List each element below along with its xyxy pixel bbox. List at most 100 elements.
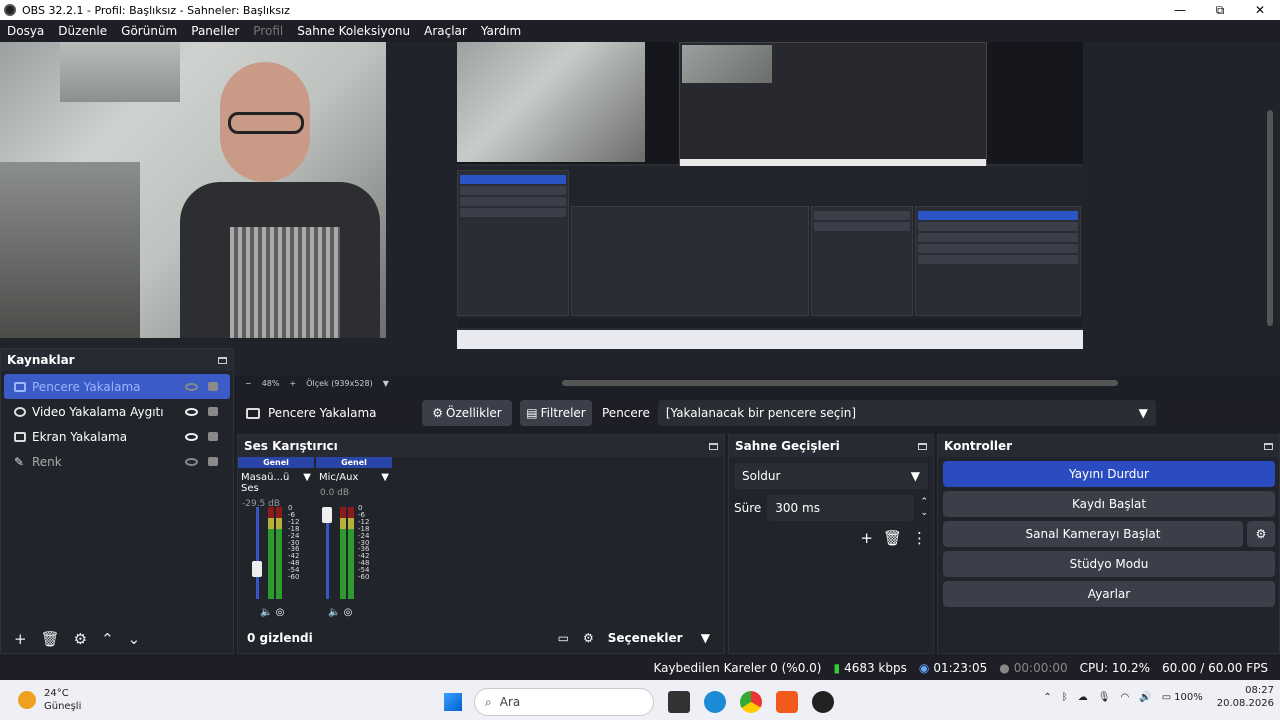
- source-name: Ekran Yakalama: [32, 429, 128, 444]
- add-source-button[interactable]: +: [14, 630, 27, 648]
- source-item-color[interactable]: ✎ Renk: [4, 449, 230, 474]
- dropped-frames: Kaybedilen Kareler 0 (%0.0): [653, 661, 822, 675]
- wifi-icon[interactable]: ◠: [1121, 692, 1130, 703]
- title-bar: OBS 32.2.1 - Profil: Başlıksız - Sahnele…: [0, 0, 1280, 20]
- source-item-window-capture[interactable]: Pencere Yakalama: [4, 374, 230, 399]
- status-bar: Kaybedilen Kareler 0 (%0.0) ▮ 4683 kbps …: [0, 656, 1280, 680]
- speaker-icon[interactable]: 🔈: [328, 607, 340, 618]
- file-explorer-icon[interactable]: [668, 691, 690, 713]
- nested-screen-thumbnail: [679, 42, 987, 168]
- nested-camera-thumbnail: [457, 42, 645, 162]
- studio-mode-button[interactable]: Stüdyo Modu: [943, 551, 1275, 577]
- brave-icon[interactable]: [776, 691, 798, 713]
- window-select[interactable]: [Yakalanacak bir pencere seçin] ▼: [657, 400, 1156, 426]
- source-item-screen-capture[interactable]: Ekran Yakalama: [4, 424, 230, 449]
- microphone-icon[interactable]: 🎙: [1098, 692, 1111, 703]
- move-down-icon[interactable]: ⌄: [128, 630, 141, 648]
- sun-icon: [18, 691, 36, 709]
- menu-help[interactable]: Yardım: [474, 24, 528, 38]
- maximize-button[interactable]: ⧉: [1200, 3, 1240, 18]
- stop-streaming-button[interactable]: Yayını Durdur: [943, 461, 1275, 487]
- lock-icon[interactable]: [208, 432, 218, 441]
- bluetooth-icon[interactable]: ᛒ: [1062, 692, 1068, 703]
- undock-icon[interactable]: [918, 442, 927, 450]
- scale-label: Ölçek (939x528): [306, 378, 373, 388]
- eye-icon[interactable]: [185, 432, 198, 441]
- chrome-icon[interactable]: [740, 691, 762, 713]
- battery-icon[interactable]: ▭: [1162, 692, 1171, 703]
- chevron-up-icon[interactable]: ⌃: [1043, 692, 1051, 703]
- minimize-button[interactable]: —: [1160, 3, 1200, 18]
- menu-scene-collection[interactable]: Sahne Koleksiyonu: [290, 24, 417, 38]
- menu-docks[interactable]: Paneller: [184, 24, 246, 38]
- gear-icon[interactable]: ⚙: [1247, 521, 1275, 547]
- speaker-icon[interactable]: 🔈: [260, 607, 272, 618]
- channel-tag: Genel: [316, 457, 392, 468]
- more-icon[interactable]: ⋮: [912, 529, 927, 547]
- volume-fader-track[interactable]: [256, 507, 259, 599]
- cloud-icon[interactable]: ☁: [1078, 692, 1088, 703]
- weather-widget[interactable]: 24°C Güneşli: [18, 687, 81, 713]
- headphone-icon[interactable]: ◎: [276, 607, 285, 618]
- duration-input[interactable]: 300 ms: [767, 495, 915, 521]
- volume-icon[interactable]: 🔊: [1139, 692, 1151, 703]
- audio-mixer-dock: Ses Karıştırıcı Genel Masaü...ü Ses ▼ -29…: [237, 434, 725, 654]
- menu-file[interactable]: Dosya: [0, 24, 51, 38]
- obs-icon[interactable]: [812, 691, 834, 713]
- trash-icon[interactable]: 🗑: [41, 630, 60, 648]
- menu-tools[interactable]: Araçlar: [417, 24, 474, 38]
- filter-icon: ▤: [526, 406, 538, 420]
- trash-icon[interactable]: 🗑: [883, 529, 902, 547]
- clock[interactable]: 08:27 20.08.2026: [1217, 684, 1274, 710]
- start-virtual-camera-button[interactable]: Sanal Kamerayı Başlat: [943, 521, 1243, 547]
- volume-fader-handle[interactable]: [322, 507, 332, 523]
- properties-button[interactable]: ⚙ Özellikler: [422, 400, 512, 426]
- eye-hidden-icon[interactable]: [185, 457, 198, 466]
- sources-title: Kaynaklar: [7, 353, 75, 367]
- lock-icon[interactable]: [208, 407, 218, 416]
- windows-start-icon[interactable]: [444, 693, 462, 711]
- taskbar-search[interactable]: ⌕ Ara: [474, 688, 654, 716]
- edge-icon[interactable]: [704, 691, 726, 713]
- menu-view[interactable]: Görünüm: [114, 24, 184, 38]
- undock-icon[interactable]: [709, 442, 718, 450]
- preview-vertical-scrollbar[interactable]: [1267, 110, 1273, 326]
- volume-fader-handle[interactable]: [252, 560, 262, 577]
- meter-scale: 0 -6 -12 -18 -24 -30 -36 -42 -48 -54 -60: [358, 504, 370, 582]
- advanced-audio-icon[interactable]: ⚙: [583, 631, 594, 645]
- settings-button[interactable]: Ayarlar: [943, 581, 1275, 607]
- close-button[interactable]: ✕: [1240, 3, 1280, 18]
- source-item-video-capture[interactable]: Video Yakalama Aygıtı: [4, 399, 230, 424]
- duration-stepper[interactable]: ⌃ ⌄: [920, 497, 928, 519]
- eye-hidden-icon[interactable]: [185, 382, 198, 391]
- lock-icon[interactable]: [208, 457, 218, 466]
- channel-name-dropdown[interactable]: Masaü...ü Ses ▼: [238, 472, 314, 494]
- start-recording-button[interactable]: Kaydı Başlat: [943, 491, 1275, 517]
- undock-icon[interactable]: [218, 356, 227, 364]
- system-tray: ⌃ ᛒ ☁ 🎙 ◠ 🔊 ▭ 100% 08:27 20.08.2026: [1033, 684, 1274, 710]
- eye-icon[interactable]: [185, 407, 198, 416]
- channel-name-dropdown[interactable]: Mic/Aux ▼: [316, 472, 392, 483]
- zoom-in-button[interactable]: +: [284, 379, 301, 388]
- undock-icon[interactable]: [1264, 442, 1273, 450]
- preview-horizontal-scrollbar[interactable]: [562, 380, 1118, 386]
- menu-profile[interactable]: Profil: [246, 24, 290, 38]
- source-name: Renk: [32, 454, 62, 469]
- filters-button[interactable]: ▤ Filtreler: [520, 400, 592, 426]
- menu-edit[interactable]: Düzenle: [51, 24, 114, 38]
- window-title: OBS 32.2.1 - Profil: Başlıksız - Sahnele…: [22, 3, 290, 17]
- scale-dropdown-icon[interactable]: ▼: [378, 379, 394, 388]
- transition-select[interactable]: Soldur ▼: [734, 463, 928, 489]
- gear-icon[interactable]: ⚙: [74, 630, 87, 648]
- zoom-out-button[interactable]: −: [240, 379, 257, 388]
- source-name: Video Yakalama Aygıtı: [32, 404, 164, 419]
- move-up-icon[interactable]: ⌃: [101, 630, 114, 648]
- headphone-icon[interactable]: ◎: [344, 607, 353, 618]
- streaming-icon: ◉: [918, 661, 930, 675]
- layout-toggle-icon[interactable]: ▭: [558, 631, 569, 645]
- add-transition-button[interactable]: +: [860, 529, 873, 547]
- mixer-options-button[interactable]: Seçenekler ▼: [608, 631, 710, 645]
- lock-icon[interactable]: [208, 382, 218, 391]
- record-time: 00:00:00: [1013, 661, 1068, 675]
- search-icon: ⌕: [485, 694, 492, 709]
